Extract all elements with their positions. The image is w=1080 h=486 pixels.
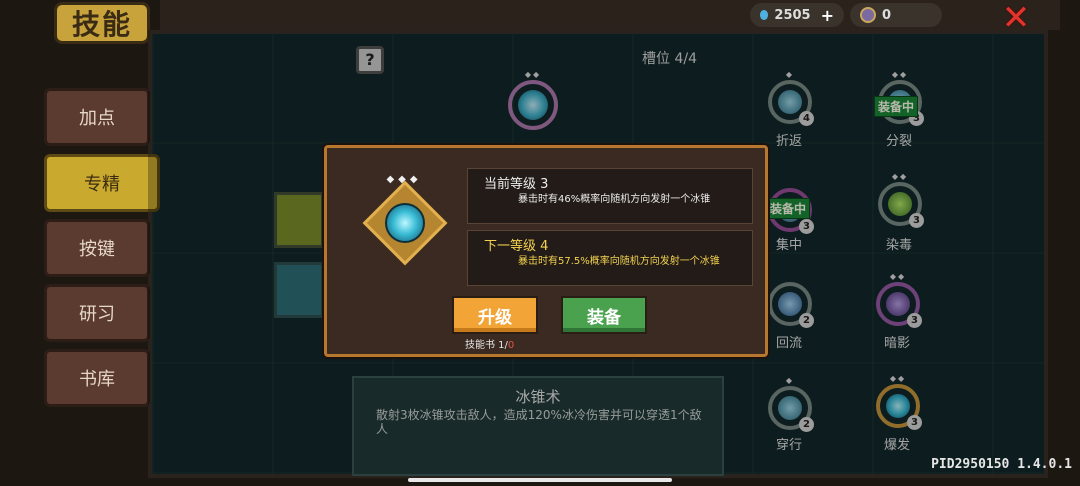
rank-dots: ◆◆ (889, 374, 907, 383)
gem-amount: 2505 (774, 7, 811, 23)
skill-name: 分裂 (885, 134, 912, 149)
skill-name: 回流 (775, 336, 802, 351)
sidebar-item-label: 专精 (84, 174, 120, 195)
sidebar-item-label: 书库 (79, 369, 115, 390)
skill-upgrade-dialog: ◆◆◆ 当前等级 3 暴击时有46%概率向随机方向发射一个冰锥 下一等级 4 暴… (324, 145, 768, 357)
current-level-effect: 暴击时有46%概率向随机方向发射一个冰锥 (518, 194, 711, 205)
help-button[interactable]: ? (356, 46, 384, 74)
rank-dots: ◆◆ (891, 70, 909, 79)
equip-button[interactable]: 装备 (561, 296, 647, 334)
skill-name: 穿行 (775, 438, 802, 453)
next-level-effect: 暴击时有57.5%概率向随机方向发射一个冰锥 (518, 256, 720, 267)
skill-description: 散射3枚冰锥攻击敌人，造成120%冰冷伤害并可以穿透1个敌人 (376, 408, 702, 436)
next-level-box: 下一等级 4 暴击时有57.5%概率向随机方向发射一个冰锥 (467, 230, 753, 286)
gem-icon (760, 10, 769, 20)
sidebar-item-specialization[interactable]: 专精 (44, 154, 160, 212)
backflow-icon (778, 292, 802, 316)
page-title: 技能 (54, 2, 150, 44)
skill-title: 冰锥术 (515, 388, 561, 406)
skill-book-label: 技能书 1/ (465, 340, 508, 351)
skill-orb-burst[interactable]: ◆◆ 3 (876, 374, 922, 430)
equipped-skill-slot-1[interactable] (274, 192, 324, 248)
home-indicator[interactable] (408, 478, 672, 482)
skill-level-badge: 4 (799, 111, 814, 126)
rank-dots: ◆ (785, 376, 795, 385)
rank-dots: ◆◆ (889, 272, 907, 281)
skill-level-badge: 2 (799, 417, 814, 432)
rank-dots: ◆◆ (524, 70, 542, 79)
equipped-badge: 装备中 (874, 96, 919, 117)
token-icon (860, 7, 876, 23)
rank-dots: ◆ (785, 70, 795, 79)
equipped-badge: 装备中 (766, 198, 811, 219)
ice-cone-icon (385, 203, 425, 243)
skill-level-badge: 3 (799, 219, 814, 234)
token-amount: 0 (882, 7, 892, 23)
next-level-header: 下一等级 4 (484, 239, 549, 254)
sidebar-item-add-points[interactable]: 加点 (44, 88, 150, 146)
sidebar-item-label: 按键 (79, 239, 115, 260)
sidebar-item-label: 加点 (79, 108, 115, 129)
equipped-slot-orb[interactable]: ◆◆ (508, 70, 558, 130)
rebound-icon (778, 90, 802, 114)
add-gems-button[interactable]: + (821, 6, 834, 25)
close-button[interactable]: ✕ (1000, 1, 1032, 35)
skill-book-count: 技能书 1/0 (465, 336, 514, 351)
slot-counter: 槽位 4/4 (642, 51, 697, 67)
skill-orb-rebound[interactable]: ◆ 4 (768, 70, 814, 126)
sidebar-item-study[interactable]: 研习 (44, 284, 150, 342)
close-icon: ✕ (1001, 0, 1031, 38)
current-level-header: 当前等级 3 (484, 177, 549, 192)
ice-orb-icon (518, 90, 548, 120)
poison-icon (888, 192, 912, 216)
shadow-icon (886, 292, 910, 316)
skill-level-badge: 3 (909, 213, 924, 228)
gem-counter: 2505 + (750, 3, 844, 27)
token-counter: 0 (850, 3, 942, 27)
version-label: PID2950150 1.4.0.1 (931, 457, 1072, 472)
skill-name: 集中 (775, 238, 802, 253)
skill-book-available: 0 (507, 340, 515, 351)
skill-name: 爆发 (883, 438, 910, 453)
skill-name: 暗影 (883, 336, 910, 351)
skill-orb-poison[interactable]: ◆◆ 3 (878, 172, 924, 228)
skill-level-badge: 2 (799, 313, 814, 328)
sidebar-item-library[interactable]: 书库 (44, 349, 150, 407)
rank-dots: ◆◆ (891, 172, 909, 181)
sidebar-item-label: 研习 (79, 304, 115, 325)
skill-orb-pass-through[interactable]: ◆ 2 (768, 376, 814, 432)
skill-name: 折返 (775, 134, 802, 149)
skill-description-panel: 冰锥术 散射3枚冰锥攻击敌人，造成120%冰冷伤害并可以穿透1个敌人 (352, 376, 724, 476)
skill-name: 染毒 (885, 238, 912, 253)
skill-level-badge: 3 (907, 313, 922, 328)
current-level-box: 当前等级 3 暴击时有46%概率向随机方向发射一个冰锥 (467, 168, 753, 224)
burst-icon (886, 394, 910, 418)
skill-orb-backflow[interactable]: 2 (768, 282, 814, 328)
sidebar-item-keys[interactable]: 按键 (44, 219, 150, 277)
skill-icon-frame (362, 180, 448, 266)
equipped-skill-slot-2[interactable] (274, 262, 324, 318)
skill-orb-shadow[interactable]: ◆◆ 3 (876, 272, 922, 328)
pass-through-icon (778, 396, 802, 420)
skill-level-badge: 3 (907, 415, 922, 430)
upgrade-button[interactable]: 升级 (452, 296, 538, 334)
